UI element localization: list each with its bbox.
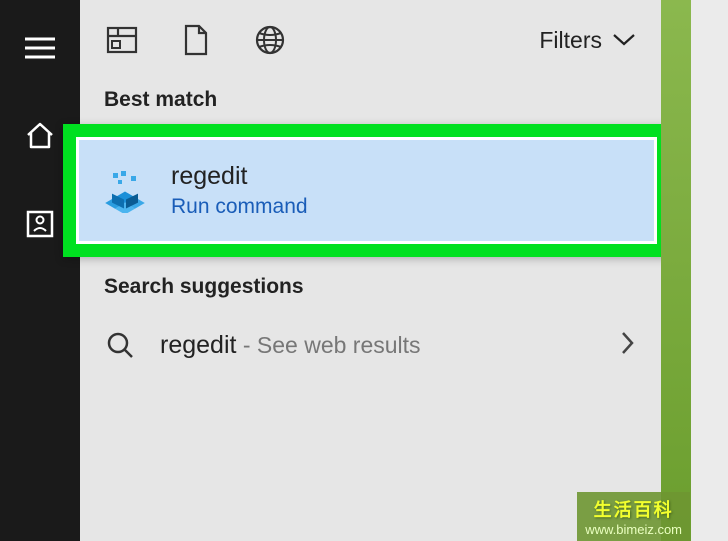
annotation-inner: regedit Run command [76, 137, 657, 244]
best-match-result[interactable]: regedit Run command [79, 140, 654, 241]
home-button[interactable] [20, 116, 60, 156]
newspaper-filter[interactable] [104, 22, 140, 58]
right-edge-bg [690, 0, 728, 541]
chevron-right-icon [620, 330, 636, 361]
main-area: Filters Best match regedit Run command S… [80, 0, 660, 541]
globe-icon [254, 24, 286, 56]
document-filter[interactable] [178, 22, 214, 58]
watermark: 生活百科 www.bimeiz.com [577, 492, 690, 541]
filters-label: Filters [539, 27, 602, 54]
search-panel: Filters Best match regedit Run command S… [0, 0, 660, 541]
suggestion-query: regedit [160, 331, 236, 359]
suggestion-text: regedit - See web results [160, 331, 596, 360]
search-suggestions-header: Search suggestions [80, 257, 660, 311]
chevron-down-icon [612, 33, 636, 47]
best-match-subtitle: Run command [171, 195, 308, 219]
watermark-title: 生活百科 [594, 496, 674, 522]
menu-button[interactable] [20, 28, 60, 68]
newspaper-icon [106, 26, 138, 54]
filters-dropdown[interactable]: Filters [539, 27, 636, 54]
web-filter[interactable] [252, 22, 288, 58]
document-icon [183, 24, 209, 56]
suggestion-rest: - See web results [236, 332, 420, 358]
annotation-highlight: regedit Run command [63, 124, 670, 257]
sidebar [0, 0, 80, 541]
search-icon [104, 329, 136, 361]
web-suggestion-item[interactable]: regedit - See web results [80, 311, 660, 379]
best-match-title: regedit [171, 162, 308, 191]
best-match-texts: regedit Run command [171, 162, 308, 219]
green-strip [661, 0, 691, 541]
user-icon [25, 209, 55, 239]
regedit-icon [103, 169, 147, 213]
user-button[interactable] [20, 204, 60, 244]
hamburger-icon [25, 36, 55, 60]
watermark-url: www.bimeiz.com [585, 522, 682, 537]
topbar: Filters [80, 0, 660, 80]
home-icon [24, 120, 56, 152]
best-match-header: Best match [80, 80, 660, 124]
